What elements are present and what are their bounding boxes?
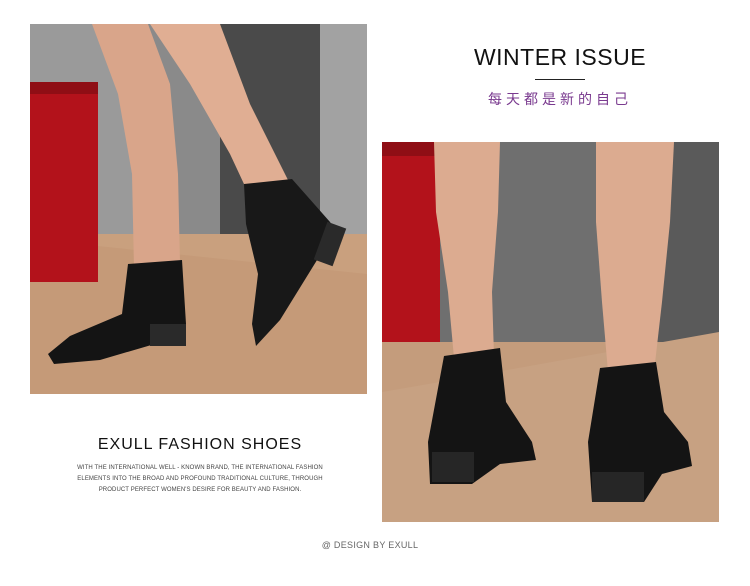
boots-side-illustration [30, 24, 367, 394]
brand-description-line: PRODUCT PERFECT WOMEN'S DESIRE FOR BEAUT… [98, 487, 302, 493]
brand-description: WITH THE INTERNATIONAL WELL - KNOWN BRAN… [60, 463, 340, 496]
design-credit: @ DESIGN BY EXULL [321, 540, 419, 550]
heading-divider [535, 79, 585, 80]
brand-text-block: EXULL FASHION SHOES WITH THE INTERNATION… [60, 436, 340, 496]
brand-description-line: WITH THE INTERNATIONAL WELL - KNOWN BRAN… [77, 465, 323, 471]
winter-issue-heading-block: WINTER ISSUE 每天都是新的自己 [470, 44, 650, 109]
boots-back-illustration [382, 142, 719, 522]
brand-description-line: ELEMENTS INTO THE BROAD AND PROFOUND TRA… [77, 476, 323, 482]
product-photo-back-view [382, 142, 719, 522]
winter-issue-title: WINTER ISSUE [473, 44, 647, 70]
brand-title: EXULL FASHION SHOES [97, 436, 303, 453]
product-photo-side-view [30, 24, 367, 394]
winter-issue-subtitle: 每天都是新的自己 [488, 92, 632, 108]
